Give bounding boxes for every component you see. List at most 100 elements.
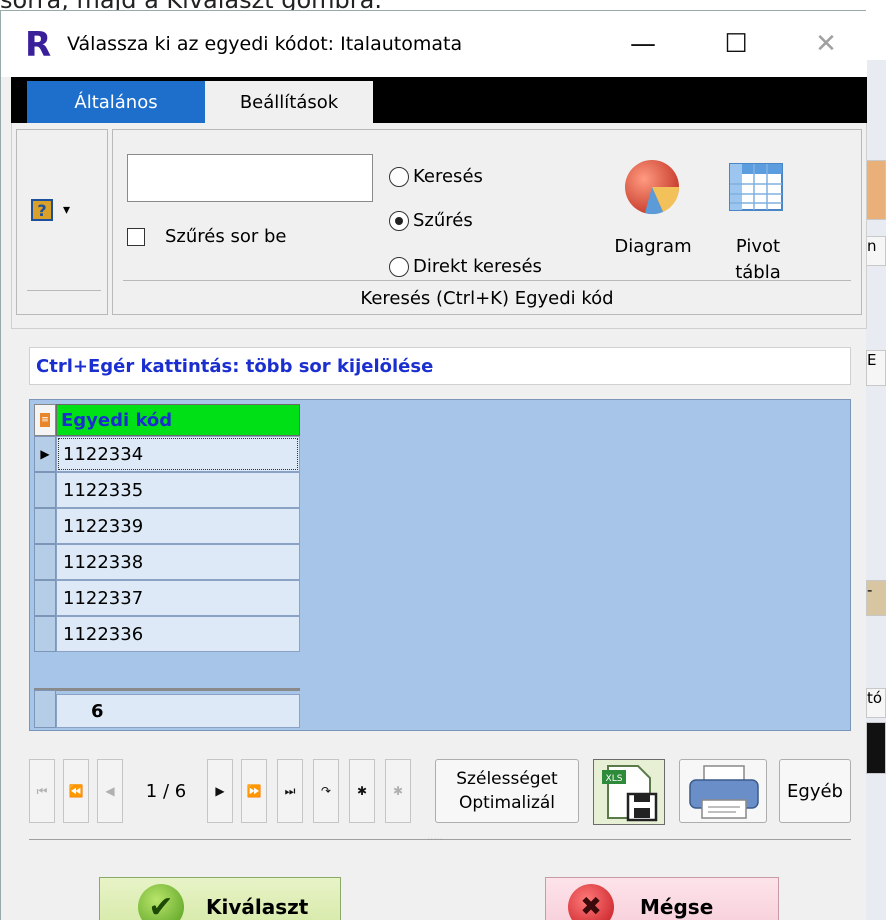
filter-row-label: Szűrés sor be (165, 226, 287, 247)
footer-row-count: 6 (56, 694, 300, 728)
background-fragment-dark (866, 722, 886, 774)
table-row[interactable]: 1122339 (56, 508, 300, 544)
app-logo-icon: R (25, 25, 52, 65)
ribbon: ? ▾ Szűrés sor be Keresés Szűrés Direkt … (11, 123, 867, 329)
minimize-icon: — (630, 29, 656, 59)
background-fragment-2: E (866, 350, 886, 386)
close-button[interactable]: ✕ (796, 19, 856, 69)
pivot-label-line1: Pivot (735, 236, 781, 257)
select-button-label: Kiválaszt (206, 895, 309, 919)
ribbon-group-label: Keresés (Ctrl+K) Egyedi kód (360, 288, 614, 309)
divider (123, 280, 851, 281)
radio-button[interactable] (389, 166, 409, 187)
new-record-disabled-icon: ✱ (392, 784, 404, 798)
tab-altalanos[interactable]: Általános (27, 81, 205, 123)
nav-refresh-button[interactable]: ↷ (313, 759, 339, 823)
optimize-width-button[interactable]: Szélességet Optimalizál (435, 759, 579, 823)
radio-label: Direkt keresés (413, 256, 542, 277)
grid-corner-menu-button[interactable]: ≡ (34, 404, 56, 436)
data-grid[interactable]: ≡ Egyedi kód ▶ 1122334 1122335 1122339 1… (29, 399, 851, 731)
xls-save-icon: XLS (602, 765, 658, 822)
pie-chart-icon (625, 160, 680, 215)
row-selector[interactable] (34, 616, 56, 652)
background-fragment-4: tó (866, 688, 886, 718)
nav-prev-page-button[interactable]: ⏪ (63, 759, 89, 823)
select-button[interactable]: ✔ Kiválaszt (99, 877, 341, 920)
ribbon-help-group: ? ▾ (16, 129, 108, 315)
selection-hint: Ctrl+Egér kattintás: több sor kijelölése (29, 347, 851, 385)
other-button[interactable]: Egyéb (779, 759, 851, 823)
window-title: Válassza ki az egyedi kódot: Italautomat… (67, 33, 463, 55)
nav-next-page-button[interactable]: ⏩ (241, 759, 267, 823)
first-record-icon: ⏮ (36, 783, 48, 798)
nav-last-button[interactable]: ⏭ (277, 759, 303, 823)
last-record-icon: ⏭ (284, 783, 296, 798)
background-fragment-3: - (866, 580, 886, 616)
tab-bar: Általános Beállítások (11, 77, 867, 123)
optimize-width-label-2: Optimalizál (458, 793, 556, 813)
cancel-button[interactable]: ✖ Mégse (545, 877, 779, 920)
footer-row-selector (34, 690, 56, 728)
export-xls-button[interactable]: XLS (593, 759, 665, 825)
svg-text:XLS: XLS (606, 774, 623, 784)
maximize-button[interactable]: ☐ (706, 19, 766, 69)
radio-button-selected[interactable] (389, 210, 409, 231)
next-record-icon: ▶ (215, 784, 225, 798)
row-selector-current[interactable]: ▶ (34, 436, 56, 472)
filter-row-checkbox[interactable] (127, 227, 145, 246)
row-selector[interactable] (34, 580, 56, 616)
new-record-icon: ✱ (356, 784, 368, 798)
divider (27, 290, 101, 291)
help-dropdown-button[interactable]: ? ▾ (31, 190, 97, 230)
cancel-x-icon: ✖ (568, 884, 614, 920)
tab-beallitasok[interactable]: Beállítások (205, 81, 373, 123)
footer-divider (34, 688, 300, 691)
radio-button[interactable] (389, 256, 409, 277)
minimize-button[interactable]: — (613, 19, 673, 69)
pivot-table-icon (729, 163, 783, 211)
search-input[interactable] (127, 154, 373, 202)
diagram-button[interactable]: Diagram (603, 150, 703, 260)
column-menu-icon: ≡ (40, 413, 50, 427)
row-selector[interactable] (34, 472, 56, 508)
ribbon-search-group: Szűrés sor be Keresés Szűrés Direkt kere… (112, 129, 862, 315)
radio-szures[interactable]: Szűrés (389, 210, 473, 231)
help-book-icon: ? (31, 199, 53, 221)
splitter-handle[interactable]: ····· (427, 835, 457, 846)
print-button[interactable] (679, 759, 767, 823)
refresh-icon: ↷ (320, 784, 332, 798)
nav-prev-button[interactable]: ◀ (97, 759, 123, 823)
chevron-down-icon: ▾ (63, 202, 71, 218)
printer-icon (689, 765, 759, 819)
maximize-icon: ☐ (724, 29, 748, 59)
pivot-table-button[interactable]: Pivot tábla (713, 150, 813, 283)
optimize-width-label-1: Szélességet (456, 769, 558, 789)
table-row[interactable]: 1122335 (56, 472, 300, 508)
table-row[interactable]: 1122337 (56, 580, 300, 616)
table-row[interactable]: 1122338 (56, 544, 300, 580)
prev-record-icon: ◀ (105, 784, 115, 798)
close-icon: ✕ (815, 29, 837, 59)
background-avatar-fragment (866, 160, 886, 220)
current-row-arrow-icon: ▶ (40, 447, 50, 461)
nav-next-button[interactable]: ▶ (207, 759, 233, 823)
nav-new-button[interactable]: ✱ (349, 759, 375, 823)
pivot-label-line2: tábla (735, 262, 781, 283)
column-header-egyedi-kod[interactable]: Egyedi kód (56, 404, 300, 436)
prev-page-icon: ⏪ (68, 784, 84, 798)
table-row[interactable]: 1122334 (56, 436, 300, 472)
radio-direkt-kereses[interactable]: Direkt keresés (389, 256, 542, 277)
title-bar[interactable]: R Válassza ki az egyedi kódot: Italautom… (1, 11, 867, 77)
checkmark-icon: ✔ (138, 884, 184, 920)
nav-first-button[interactable]: ⏮ (29, 759, 55, 823)
next-page-icon: ⏩ (246, 784, 262, 798)
row-selector[interactable] (34, 544, 56, 580)
nav-position: 1 / 6 (145, 780, 187, 802)
table-row[interactable]: 1122336 (56, 616, 300, 652)
row-selector[interactable] (34, 508, 56, 544)
nav-new-disabled-button[interactable]: ✱ (385, 759, 411, 823)
filter-row-toggle[interactable]: Szűrés sor be (127, 226, 286, 247)
radio-kereses[interactable]: Keresés (389, 166, 483, 187)
radio-label: Keresés (413, 166, 483, 187)
pivot-table-label: Pivot tábla (713, 234, 803, 286)
